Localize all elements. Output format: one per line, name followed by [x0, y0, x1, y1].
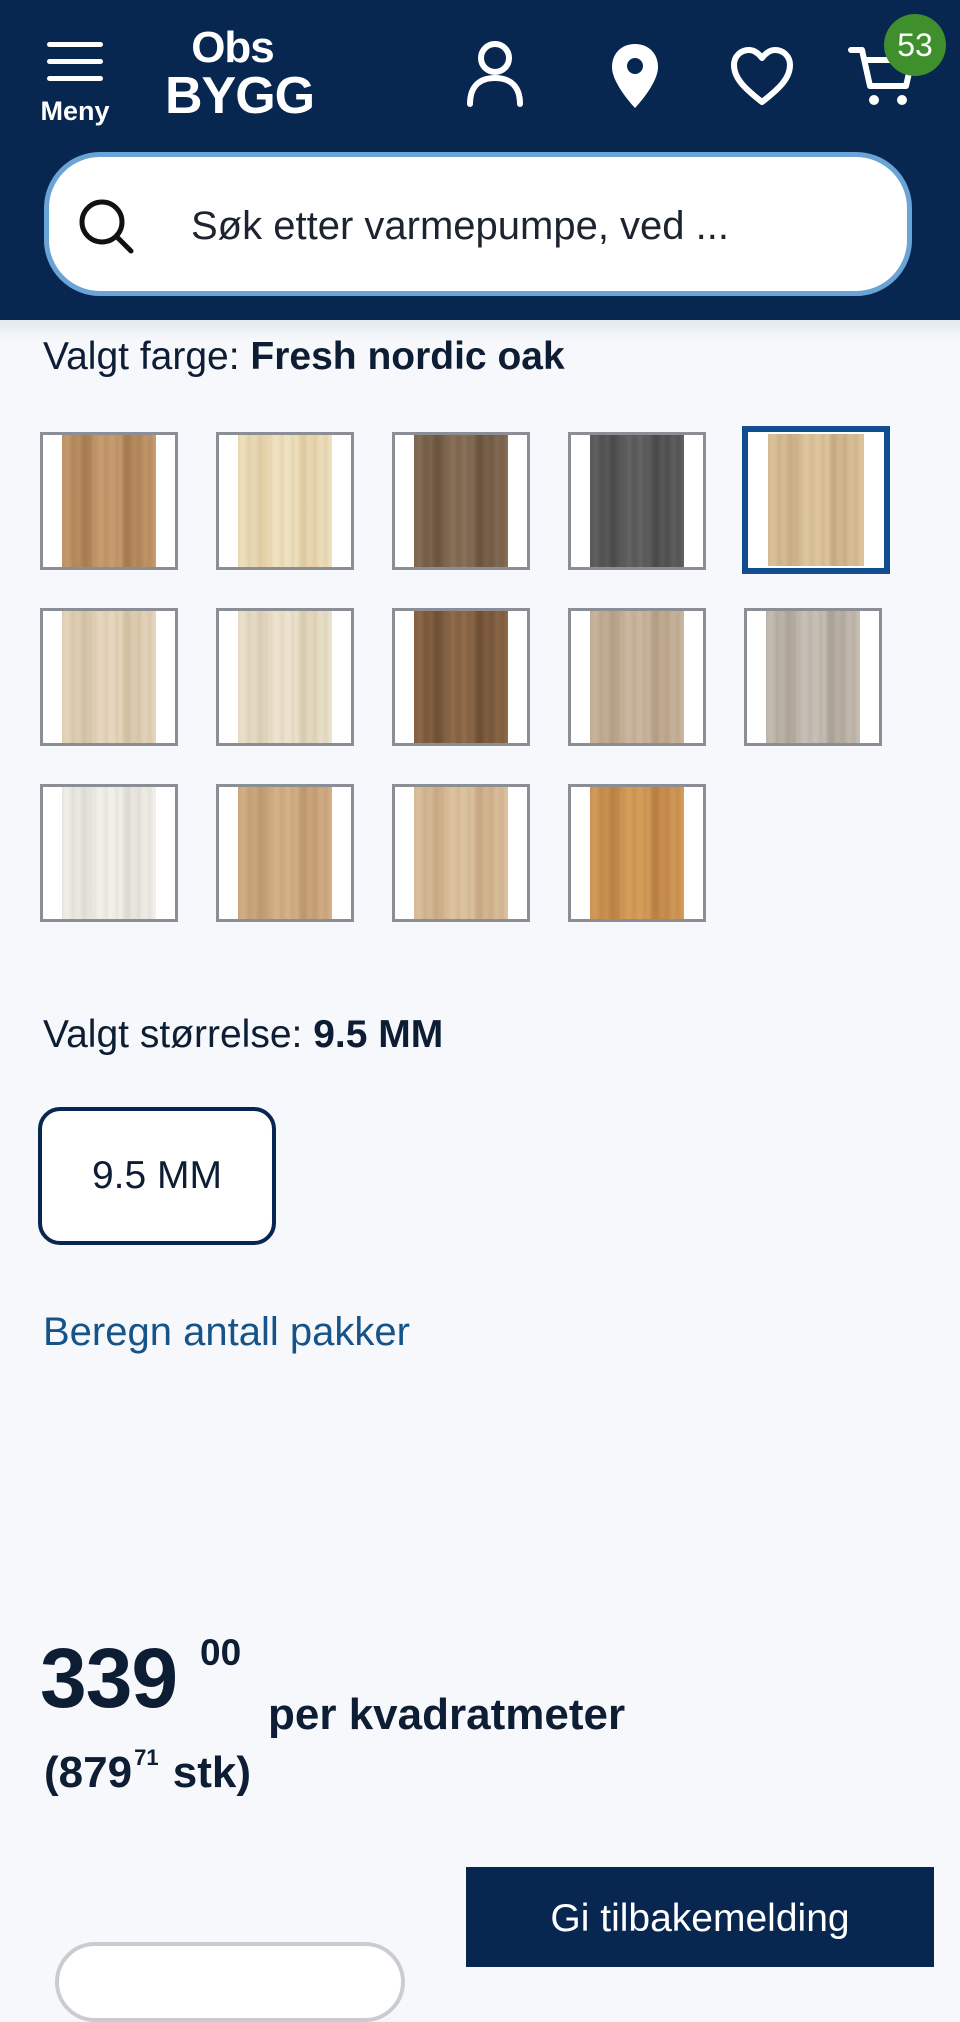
- size-label-prefix: Valgt størrelse:: [43, 1013, 303, 1056]
- price-unit: per kvadratmeter: [268, 1690, 626, 1739]
- color-swatch[interactable]: [744, 608, 882, 746]
- wood-texture: [590, 787, 684, 919]
- selected-size-value: 9.5 MM: [313, 1013, 444, 1056]
- price-per-item-value: (879: [44, 1748, 133, 1797]
- feedback-button[interactable]: Gi tilbakemelding: [466, 1867, 934, 1967]
- wood-texture: [238, 435, 332, 567]
- search-input[interactable]: [189, 193, 873, 259]
- wood-texture: [414, 611, 508, 743]
- color-swatch[interactable]: [392, 784, 530, 922]
- hamburger-icon: [47, 42, 103, 81]
- search-icon: [79, 199, 134, 254]
- menu-label: Meny: [40, 96, 110, 126]
- wood-texture: [62, 435, 156, 567]
- color-swatch[interactable]: [568, 784, 706, 922]
- price-per-item: (87971 stk): [44, 1745, 251, 1798]
- color-swatch[interactable]: [216, 432, 354, 570]
- wood-texture: [238, 787, 332, 919]
- search-bar[interactable]: [44, 152, 912, 296]
- calculate-packages-link[interactable]: Beregn antall pakker: [43, 1310, 410, 1355]
- wood-texture: [414, 435, 508, 567]
- price-integer: 339: [40, 1631, 178, 1725]
- color-swatch[interactable]: [40, 784, 178, 922]
- size-option-button[interactable]: 9.5 MM: [38, 1107, 276, 1245]
- selected-color-name: Fresh nordic oak: [250, 335, 565, 378]
- color-swatch[interactable]: [40, 432, 178, 570]
- logo-bottom-text: BYGG: [165, 67, 315, 125]
- logo-top-text: Obs: [191, 23, 275, 72]
- price-cents: 00: [200, 1632, 242, 1673]
- location-pin-icon[interactable]: [610, 42, 660, 110]
- wood-texture: [414, 787, 508, 919]
- selected-size-label: Valgt størrelse: 9.5 MM: [43, 1013, 443, 1057]
- wood-texture: [238, 611, 332, 743]
- user-icon[interactable]: [466, 40, 524, 108]
- obs-bygg-logo[interactable]: Obs BYGG: [165, 23, 315, 125]
- wood-texture: [62, 787, 156, 919]
- color-swatch[interactable]: [216, 784, 354, 922]
- color-label-prefix: Valgt farge:: [43, 335, 240, 378]
- color-swatch[interactable]: [40, 608, 178, 746]
- heart-icon[interactable]: [730, 46, 794, 106]
- color-swatch[interactable]: [216, 608, 354, 746]
- quantity-stepper[interactable]: [55, 1942, 405, 2022]
- cart-count-badge: 53: [884, 14, 946, 76]
- wood-texture: [590, 435, 684, 567]
- selected-color-label: Valgt farge: Fresh nordic oak: [43, 335, 565, 379]
- wood-texture: [590, 611, 684, 743]
- wood-texture: [768, 434, 864, 566]
- color-swatch[interactable]: [392, 432, 530, 570]
- price-per-item-unit: stk): [172, 1748, 252, 1797]
- color-swatch[interactable]: [392, 608, 530, 746]
- site-header: Meny Obs BYGG 53: [0, 0, 960, 320]
- color-swatch[interactable]: [568, 608, 706, 746]
- wood-texture: [766, 611, 860, 743]
- color-swatch[interactable]: [568, 432, 706, 570]
- wood-texture: [62, 611, 156, 743]
- color-swatch[interactable]: [742, 426, 890, 574]
- price-per-item-cents: 71: [134, 1745, 159, 1770]
- menu-button[interactable]: Meny: [30, 30, 120, 130]
